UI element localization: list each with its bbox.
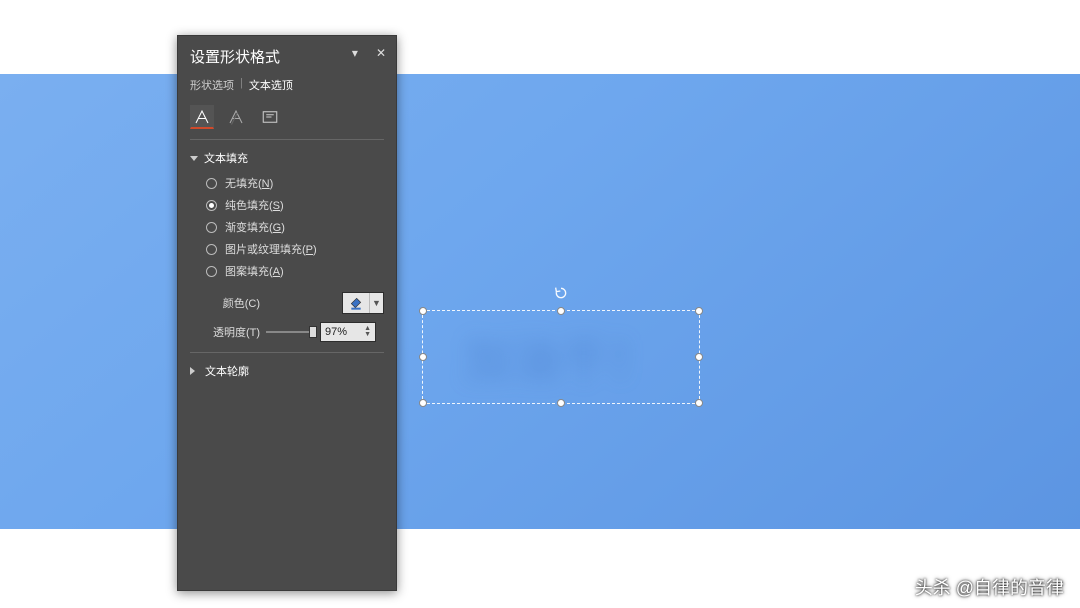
resize-handle[interactable]: [419, 307, 427, 315]
resize-handle[interactable]: [557, 307, 565, 315]
caret-right-icon: [190, 367, 199, 375]
selected-textbox[interactable]: 加油干！: [422, 310, 700, 404]
rotate-handle[interactable]: [553, 285, 569, 301]
radio-pattern-fill[interactable]: 图案填充(A): [206, 260, 384, 282]
tab-separator: |: [240, 77, 243, 93]
panel-close-button[interactable]: ✕: [372, 44, 390, 62]
watermark: 头杀 @自律的音律: [915, 574, 1064, 600]
hotkey: S: [273, 200, 280, 212]
caret-down-icon: [190, 156, 198, 161]
resize-handle[interactable]: [557, 399, 565, 407]
resize-handle[interactable]: [419, 353, 427, 361]
radio-label: 图片或纹理填充: [225, 244, 302, 256]
hotkey: N: [262, 178, 270, 190]
section-title: 文本填充: [204, 150, 248, 166]
radio-solid-fill[interactable]: 纯色填充(S): [206, 194, 384, 216]
paint-bucket-icon: [343, 293, 369, 313]
format-shape-panel: 设置形状格式 ▾ ✕ 形状选项 | 文本选顶 文本填充 无填充(N): [177, 35, 397, 591]
radio-icon: [206, 200, 217, 211]
transparency-input[interactable]: 97% ▲ ▼: [320, 322, 376, 342]
tab-shape-options[interactable]: 形状选项: [190, 77, 234, 93]
panel-header: 设置形状格式 ▾ ✕: [178, 36, 396, 71]
hotkey: P: [306, 244, 313, 256]
color-row: 颜色(C) ▼: [190, 288, 384, 318]
radio-icon: [206, 178, 217, 189]
option-tabs: 形状选项 | 文本选顶: [178, 71, 396, 99]
radio-label: 渐变填充: [225, 222, 269, 234]
resize-handle[interactable]: [695, 399, 703, 407]
panel-title: 设置形状格式: [190, 49, 280, 66]
section-title: 文本轮廓: [205, 363, 249, 379]
radio-no-fill[interactable]: 无填充(N): [206, 172, 384, 194]
dropdown-caret-icon[interactable]: ▼: [369, 293, 383, 313]
transparency-slider[interactable]: [266, 325, 314, 339]
section-text-fill: 文本填充 无填充(N) 纯色填充(S) 渐变填充(G) 图片或纹理填充(P) 图…: [178, 140, 396, 352]
radio-icon: [206, 244, 217, 255]
resize-handle[interactable]: [695, 353, 703, 361]
radio-icon: [206, 222, 217, 233]
color-label: 颜色(C): [190, 295, 260, 311]
textbox-icon[interactable]: [258, 105, 282, 129]
hotkey: A: [273, 266, 280, 278]
text-effects-icon[interactable]: [224, 105, 248, 129]
radio-label: 纯色填充: [225, 200, 269, 212]
transparency-value: 97%: [325, 326, 347, 338]
transparency-row: 透明度(T) 97% ▲ ▼: [190, 318, 384, 348]
radio-icon: [206, 266, 217, 277]
section-text-outline: 文本轮廓: [178, 353, 396, 385]
resize-handle[interactable]: [419, 399, 427, 407]
category-icons: [178, 99, 396, 139]
radio-label: 无填充: [225, 178, 258, 190]
section-header-text-outline[interactable]: 文本轮廓: [190, 361, 384, 381]
spinner-down[interactable]: ▼: [364, 332, 371, 338]
tab-text-options[interactable]: 文本选顶: [249, 77, 293, 93]
radio-gradient-fill[interactable]: 渐变填充(G): [206, 216, 384, 238]
section-header-text-fill[interactable]: 文本填充: [190, 148, 384, 168]
slide-canvas[interactable]: 加油干！: [0, 74, 1080, 529]
radio-label: 图案填充: [225, 266, 269, 278]
transparency-label: 透明度(T): [190, 324, 260, 340]
radio-picture-fill[interactable]: 图片或纹理填充(P): [206, 238, 384, 260]
panel-menu-button[interactable]: ▾: [348, 44, 362, 62]
hotkey: G: [273, 222, 282, 234]
blurred-text: 加油干！: [423, 311, 699, 403]
text-fill-outline-icon[interactable]: [190, 105, 214, 129]
color-picker[interactable]: ▼: [342, 292, 384, 314]
resize-handle[interactable]: [695, 307, 703, 315]
